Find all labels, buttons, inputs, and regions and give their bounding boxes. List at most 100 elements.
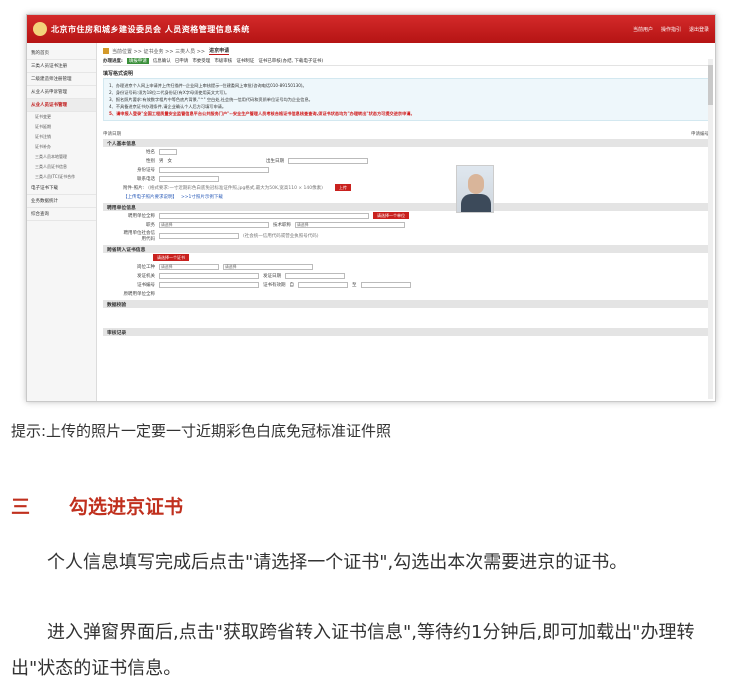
step: 已申请: [174, 58, 189, 64]
title-select[interactable]: 请选择: [295, 221, 405, 228]
credit-field[interactable]: [159, 233, 239, 239]
sidebar-item-builder[interactable]: 二级建造师注册管理: [27, 73, 96, 86]
pick-org-button[interactable]: 请选择一个单位: [373, 212, 409, 219]
gender-label: 性别: [146, 158, 155, 164]
breadcrumb: 当前位置 >> 证书业务 >> 三类人员 >> 进京申请: [103, 46, 709, 56]
scrollbar[interactable]: [708, 59, 713, 399]
row-attach: 附件-照片: (格式要求:一寸近期彩色白底免冠标准证件照,jpg格式,最大为50…: [103, 183, 709, 192]
photo-body: [461, 194, 491, 212]
section-heading: 三 勾选进京证书: [11, 492, 183, 519]
notice-box: 1、办理进京个人网上申请并上传扫描件--企业网上审核提示--住建委网上审批(咨询…: [103, 78, 709, 121]
notice-title: 填写格式说明: [103, 71, 134, 77]
orig-org-label: 原聘用单位全称: [123, 291, 156, 297]
sidebar-item-stats[interactable]: 业务数据统计: [27, 195, 96, 208]
row-idno: 身份证号: [103, 165, 709, 174]
org-label: 聘用单位全称: [128, 213, 155, 219]
top-link-guide[interactable]: 操作指引: [661, 26, 681, 33]
attach-label: 附件-照片:: [123, 185, 145, 191]
scroll-thumb[interactable]: [708, 65, 713, 105]
section-record: 审核记录: [103, 328, 709, 336]
section-verify: 数据校验: [103, 300, 709, 308]
gender-male-radio[interactable]: 男: [159, 158, 164, 164]
sidebar-sub-reissue[interactable]: 证书补办: [27, 142, 96, 152]
top-link-logout[interactable]: 退出登录: [689, 26, 709, 33]
notice-line: 2、身份证号码:须为18位二代身份证(有X字母须使用英文大写)。: [109, 90, 230, 95]
certno-label: 证书编号: [137, 282, 155, 288]
sidebar-item-ecert[interactable]: 电子证书下载: [27, 182, 96, 195]
sidebar-sub-local[interactable]: 三类人员本地管理: [27, 152, 96, 162]
category-sub-select[interactable]: 请选择: [223, 263, 313, 270]
valid-label: 证书有效期: [263, 282, 286, 288]
top-links: 当前用户 操作指引 退出登录: [633, 26, 709, 33]
sidebar-item-query[interactable]: 综合查询: [27, 208, 96, 221]
phone-field[interactable]: [159, 175, 219, 182]
progress-steps: 办理进度: 填报申请 信息确认 已申请 市委受理 市级审核 证书制证 证书已审核…: [103, 56, 709, 66]
sidebar: 我的首页 三类人员证书注册 二级建造师注册管理 从业人员申诉管理 从业人员证书管…: [27, 43, 97, 401]
credit-hint: (社会统一信用代码或营业执照号代码): [243, 234, 319, 239]
row-name: 姓名: [103, 147, 709, 156]
idno-label: 身份证号: [137, 167, 155, 173]
row-org: 聘用单位全称 请选择一个单位: [103, 211, 709, 220]
top-link-user[interactable]: 当前用户: [633, 26, 653, 33]
breadcrumb-path: 当前位置 >> 证书业务 >> 三类人员 >>: [112, 48, 206, 55]
sidebar-sub-change[interactable]: 证书变更: [27, 112, 96, 122]
birth-field[interactable]: [288, 157, 368, 164]
sidebar-item-appeal[interactable]: 从业人员申诉管理: [27, 86, 96, 99]
certno-field[interactable]: [159, 281, 259, 288]
valid-from-field[interactable]: [298, 281, 348, 288]
photo-sample-link[interactable]: >>1寸照片示例下载: [181, 194, 223, 200]
valid-to-field[interactable]: [360, 281, 411, 288]
notice-line: 3、报名照片要求:有效数字相片中等色底片背景,"^" 空白处,社会统一信用代码和…: [109, 97, 313, 102]
main-content: 当前位置 >> 证书业务 >> 三类人员 >> 进京申请 办理进度: 填报申请 …: [97, 43, 715, 401]
valid-from-label: 自: [289, 282, 295, 288]
notice-line: 4、不具备进京证书办理条件,请企业确认个人后方可填写申请。: [109, 104, 227, 109]
id-photo: [456, 165, 494, 213]
issuer-label: 发证机关: [137, 273, 155, 279]
sidebar-item-cert-manage[interactable]: 从业人员证书管理: [27, 99, 96, 112]
tab-apply[interactable]: 进京申请: [209, 47, 230, 55]
name-label: 姓名: [146, 149, 155, 155]
section-personal: 个人基本信息: [103, 139, 709, 147]
org-field[interactable]: [159, 212, 369, 219]
notice-line: 1、办理进京个人网上申请并上传扫描件--企业网上审核提示--住建委网上审批(咨询…: [109, 83, 307, 88]
sidebar-item-cert-register[interactable]: 三类人员证书注册: [27, 60, 96, 73]
row-get-cert: 请选择一个证书: [103, 253, 709, 262]
row-category: 岗位工种 请选择 请选择: [103, 262, 709, 271]
notice-warning: 5、请申报人登录"全国工程质量安全监管信息平台公共服务门户"--安全生产管理人员…: [109, 111, 415, 116]
job-label: 职务: [146, 222, 155, 228]
title-label: 技术职称: [273, 222, 291, 228]
job-select[interactable]: 请选择: [159, 221, 269, 228]
caption: 提示:上传的照片一定要一寸近期彩色白底免冠标准证件照: [11, 422, 392, 440]
step: 证书已审核(办结, 下载电子证书): [258, 58, 324, 64]
step: 市委受理: [192, 58, 211, 64]
row-links: 【上传电子照片要求说明】 >>1寸照片示例下载: [103, 192, 709, 201]
section-number: 三: [11, 496, 31, 518]
sidebar-sub-extend[interactable]: 证书延期: [27, 122, 96, 132]
photo-head: [468, 174, 484, 194]
photo-req-link[interactable]: 【上传电子照片要求说明】: [123, 194, 177, 200]
upload-button[interactable]: 上传: [334, 184, 351, 191]
sidebar-item-home[interactable]: 我的首页: [27, 47, 96, 60]
row-job: 职务 请选择 技术职称 请选择: [103, 220, 709, 229]
sidebar-sub-info[interactable]: 三类人员证书信息: [27, 162, 96, 172]
idno-field[interactable]: [159, 166, 269, 173]
issuer-field[interactable]: [159, 272, 259, 279]
step: 市级审核: [214, 58, 233, 64]
step: 信息确认: [152, 58, 171, 64]
row-certno: 证书编号 证书有效期 自 至: [103, 280, 709, 289]
pick-cert-button[interactable]: 请选择一个证书: [153, 254, 189, 261]
system-screenshot: 北京市住房和城乡建设委员会 人员资格管理信息系统 当前用户 操作指引 退出登录 …: [26, 14, 716, 402]
sidebar-sub-cancel[interactable]: 证书注销: [27, 132, 96, 142]
steps-label: 办理进度:: [103, 58, 123, 64]
header-bar: 北京市住房和城乡建设委员会 人员资格管理信息系统 当前用户 操作指引 退出登录: [27, 15, 715, 43]
row-gender: 性别 男 女 出生日期: [103, 156, 709, 165]
name-field[interactable]: [159, 148, 177, 155]
issue-date-label: 发证日期: [263, 273, 281, 279]
apply-no-label: 申请编号: [691, 132, 709, 137]
issue-date-field[interactable]: [285, 272, 345, 279]
gender-female-radio[interactable]: 女: [168, 158, 173, 164]
step: 证书制证: [236, 58, 255, 64]
system-title: 北京市住房和城乡建设委员会 人员资格管理信息系统: [51, 24, 250, 34]
category-select[interactable]: 请选择: [159, 263, 219, 270]
sidebar-sub-tc[interactable]: 三类人员(TC)证书合作: [27, 172, 96, 182]
